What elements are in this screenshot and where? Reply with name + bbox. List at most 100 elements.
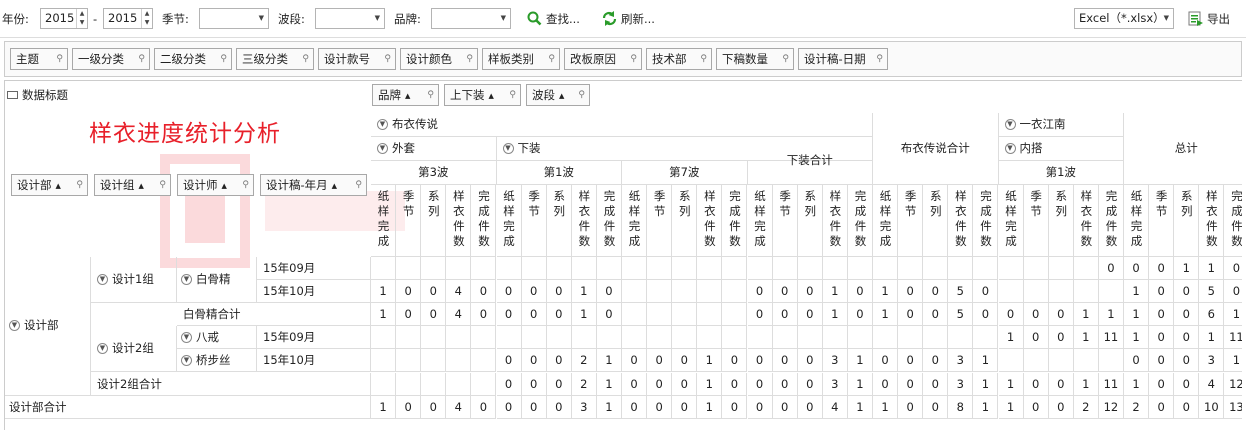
- column-field-2[interactable]: 波段 ▲ ⚲: [526, 84, 590, 106]
- row-field-1[interactable]: 设计组 ▲ ⚲: [94, 174, 171, 196]
- row-designer3[interactable]: ▼ 桥步丝: [177, 349, 257, 373]
- measure-header-11[interactable]: 季节: [647, 185, 673, 257]
- collapse-icon[interactable]: ▼: [502, 143, 514, 154]
- wave-select[interactable]: ▼: [315, 8, 385, 29]
- sort-ascending-icon[interactable]: ▲: [405, 86, 410, 106]
- sort-ascending-icon[interactable]: ▲: [489, 86, 494, 106]
- measure-header-32[interactable]: 系列: [1174, 185, 1200, 257]
- filter-icon[interactable]: ⚲: [876, 49, 883, 69]
- filter-icon[interactable]: ⚲: [427, 85, 434, 105]
- measure-header-15[interactable]: 纸样完成: [747, 185, 773, 257]
- collapse-icon[interactable]: ▼: [97, 274, 108, 285]
- filter-icon[interactable]: ⚲: [630, 49, 637, 69]
- row-field-2[interactable]: 设计师 ▲ ⚲: [177, 174, 254, 196]
- filter-field-10[interactable]: 设计稿-日期 ⚲: [798, 48, 888, 70]
- measure-header-10[interactable]: 纸样完成: [622, 185, 648, 257]
- measure-header-5[interactable]: 纸样完成: [496, 185, 522, 257]
- measure-header-3[interactable]: 样衣件数: [446, 185, 472, 257]
- filter-icon[interactable]: ⚲: [76, 175, 83, 195]
- measure-header-30[interactable]: 纸样完成: [1124, 185, 1150, 257]
- brand-select[interactable]: ▼: [431, 8, 511, 29]
- measure-header-21[interactable]: 季节: [898, 185, 924, 257]
- measure-header-13[interactable]: 样衣件数: [697, 185, 723, 257]
- measure-header-18[interactable]: 样衣件数: [822, 185, 848, 257]
- column-header-brand2[interactable]: ▼ 一衣江南: [998, 113, 1124, 137]
- measure-header-23[interactable]: 样衣件数: [948, 185, 974, 257]
- collapse-icon[interactable]: ▼: [1004, 143, 1016, 154]
- sort-ascending-icon[interactable]: ▲: [222, 176, 227, 196]
- column-header-brand1[interactable]: ▼ 布衣传说: [371, 113, 873, 137]
- measure-header-12[interactable]: 系列: [672, 185, 698, 257]
- column-field-1[interactable]: 上下装 ▲ ⚲: [444, 84, 521, 106]
- measure-header-24[interactable]: 完成件数: [973, 185, 999, 257]
- row-group2[interactable]: ▼ 设计2组: [91, 326, 177, 373]
- row-field-0[interactable]: 设计部 ▲ ⚲: [11, 174, 88, 196]
- season-select[interactable]: ▼: [199, 8, 269, 29]
- measure-header-22[interactable]: 系列: [923, 185, 949, 257]
- measure-header-4[interactable]: 完成件数: [471, 185, 497, 257]
- collapse-icon[interactable]: ▼: [97, 343, 108, 355]
- measure-header-6[interactable]: 季节: [521, 185, 547, 257]
- collapse-icon[interactable]: ▼: [9, 320, 20, 331]
- filter-field-2[interactable]: 二级分类 ⚲: [154, 48, 232, 70]
- filter-icon[interactable]: ⚲: [138, 49, 145, 69]
- filter-icon[interactable]: ⚲: [782, 49, 789, 69]
- filter-field-7[interactable]: 改板原因 ⚲: [564, 48, 642, 70]
- measure-header-25[interactable]: 纸样完成: [998, 185, 1024, 257]
- row-dept[interactable]: ▼ 设计部: [5, 257, 91, 396]
- filter-icon[interactable]: ⚲: [355, 175, 362, 195]
- collapse-icon[interactable]: ▼: [377, 119, 388, 130]
- filter-icon[interactable]: ⚲: [509, 85, 516, 105]
- filter-icon[interactable]: ⚲: [159, 175, 166, 195]
- measure-header-33[interactable]: 样衣件数: [1199, 185, 1225, 257]
- row-designer2[interactable]: ▼ 八戒: [177, 326, 257, 350]
- filter-icon[interactable]: ⚲: [466, 49, 473, 69]
- search-button[interactable]: 查找...: [526, 9, 580, 29]
- measure-header-9[interactable]: 完成件数: [596, 185, 622, 257]
- measure-header-0[interactable]: 纸样完成: [371, 185, 397, 257]
- measure-header-27[interactable]: 系列: [1048, 185, 1074, 257]
- measure-header-8[interactable]: 样衣件数: [571, 185, 597, 257]
- collapse-icon[interactable]: ▼: [181, 355, 192, 367]
- sort-ascending-icon[interactable]: ▲: [332, 176, 337, 196]
- measure-header-26[interactable]: 季节: [1023, 185, 1049, 257]
- spin-arrows-icon[interactable]: ▲ ▼: [141, 9, 152, 28]
- column-header-inner[interactable]: ▼ 内搭: [998, 137, 1124, 161]
- row-field-3[interactable]: 设计稿-年月 ▲ ⚲: [260, 174, 367, 196]
- measure-header-7[interactable]: 系列: [546, 185, 572, 257]
- filter-field-0[interactable]: 主题 ⚲: [10, 48, 68, 70]
- filter-field-6[interactable]: 样板类别 ⚲: [482, 48, 560, 70]
- measure-header-31[interactable]: 季节: [1149, 185, 1175, 257]
- filter-field-8[interactable]: 技术部 ⚲: [646, 48, 712, 70]
- sort-ascending-icon[interactable]: ▲: [559, 86, 564, 106]
- row-designer1[interactable]: ▼ 白骨精: [177, 257, 257, 304]
- filter-icon[interactable]: ⚲: [56, 49, 63, 69]
- filter-icon[interactable]: ⚲: [700, 49, 707, 69]
- measure-header-19[interactable]: 完成件数: [847, 185, 873, 257]
- filter-field-5[interactable]: 设计颜色 ⚲: [400, 48, 478, 70]
- export-format-select[interactable]: Excel（*.xlsx） ▼: [1074, 8, 1174, 29]
- column-header-outer[interactable]: ▼ 外套: [371, 137, 497, 161]
- measure-header-2[interactable]: 系列: [421, 185, 447, 257]
- filter-icon[interactable]: ⚲: [242, 175, 249, 195]
- measure-header-34[interactable]: 完成件数: [1224, 185, 1242, 257]
- measure-header-29[interactable]: 完成件数: [1098, 185, 1124, 257]
- measure-header-20[interactable]: 纸样完成: [873, 185, 899, 257]
- filter-icon[interactable]: ⚲: [302, 49, 309, 69]
- refresh-button[interactable]: 刷新...: [601, 9, 655, 29]
- sort-ascending-icon[interactable]: ▲: [56, 176, 61, 196]
- filter-icon[interactable]: ⚲: [220, 49, 227, 69]
- filter-field-4[interactable]: 设计款号 ⚲: [318, 48, 396, 70]
- measure-header-17[interactable]: 系列: [797, 185, 823, 257]
- year-to-spinner[interactable]: 2015 ▲ ▼: [103, 8, 153, 29]
- measure-header-16[interactable]: 季节: [772, 185, 798, 257]
- filter-field-3[interactable]: 三级分类 ⚲: [236, 48, 314, 70]
- column-field-0[interactable]: 品牌 ▲ ⚲: [372, 84, 439, 106]
- measure-header-14[interactable]: 完成件数: [722, 185, 748, 257]
- collapse-icon[interactable]: ▼: [181, 332, 192, 344]
- spin-arrows-icon[interactable]: ▲ ▼: [76, 9, 87, 28]
- collapse-icon[interactable]: ▼: [377, 143, 388, 154]
- filter-field-1[interactable]: 一级分类 ⚲: [72, 48, 150, 70]
- filter-field-9[interactable]: 下稿数量 ⚲: [716, 48, 794, 70]
- export-button[interactable]: 导出: [1187, 9, 1230, 29]
